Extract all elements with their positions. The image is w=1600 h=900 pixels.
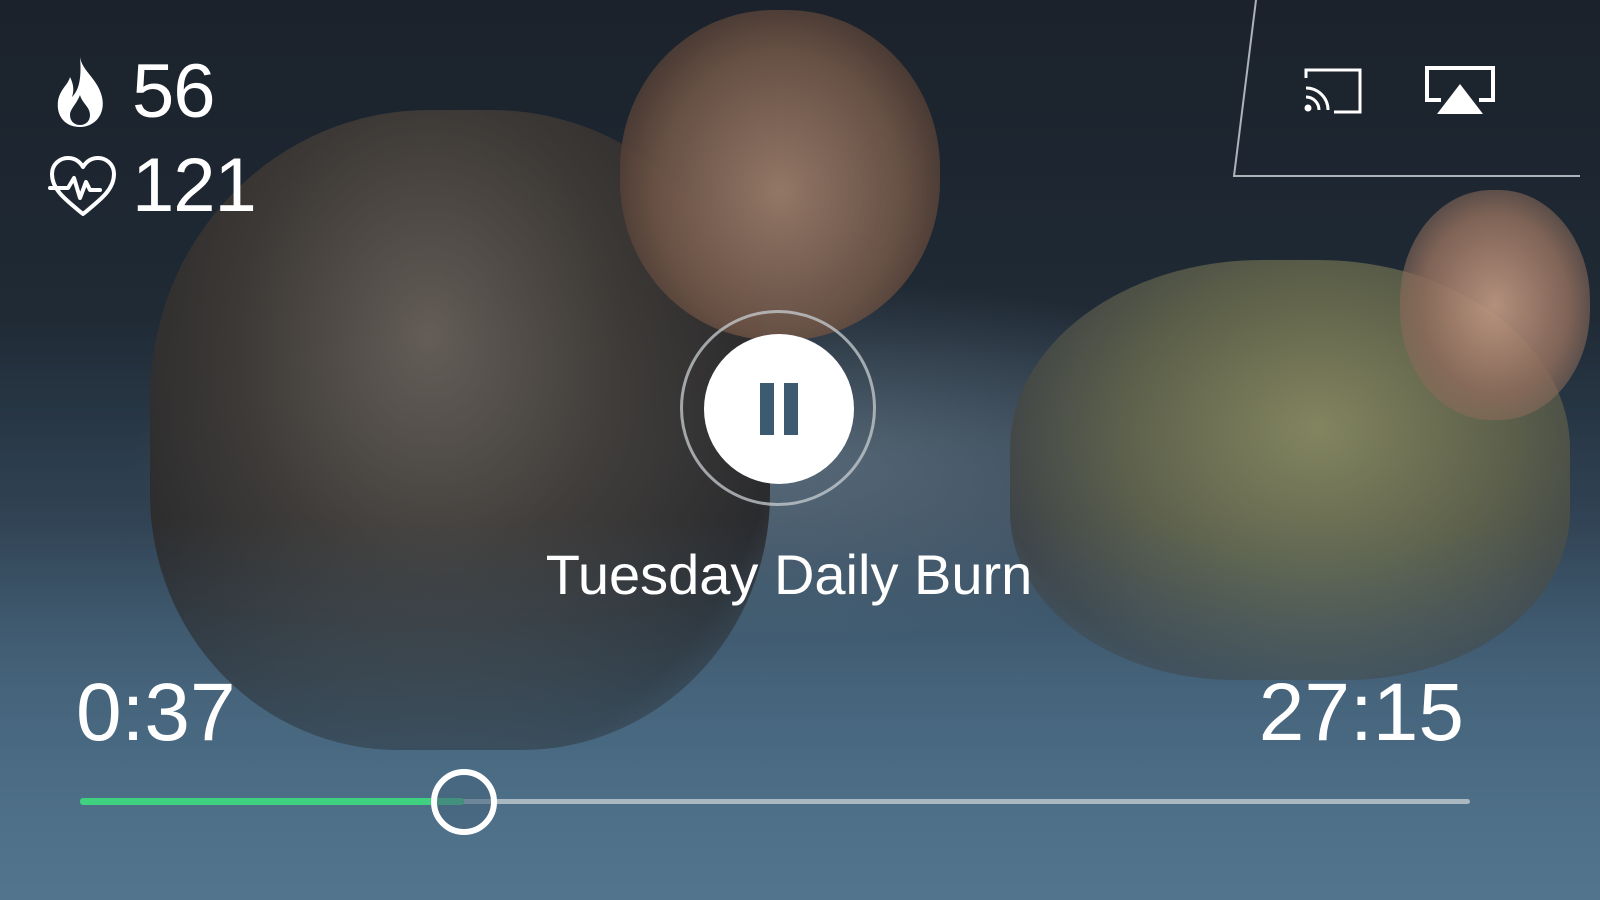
airplay-icon: [1423, 64, 1497, 123]
heart-rate-value: 121: [132, 143, 257, 228]
pause-icon: [755, 383, 803, 435]
total-time: 27:15: [1258, 667, 1464, 758]
cast-panel: [1232, 0, 1580, 177]
heart-rate-icon: [48, 146, 120, 226]
pause-button[interactable]: [704, 334, 854, 484]
chromecast-button[interactable]: [1294, 64, 1370, 122]
calories-stat: 56: [52, 49, 216, 134]
heart-rate-stat: 121: [48, 143, 257, 228]
progress-fill: [80, 798, 464, 805]
video-player-screen: 56 121 Tuesday Daily Burn 0:37 27:15: [0, 0, 1600, 900]
elapsed-time: 0:37: [76, 667, 236, 758]
background-photo-woman-head: [1400, 190, 1590, 420]
flame-icon: [52, 52, 124, 132]
background-photo-man-head: [620, 10, 940, 340]
progress-thumb[interactable]: [430, 769, 497, 835]
calories-value: 56: [132, 49, 216, 134]
progress-track[interactable]: [80, 769, 1470, 835]
chromecast-icon: [1300, 66, 1364, 121]
airplay-button[interactable]: [1422, 64, 1498, 122]
workout-title: Tuesday Daily Burn: [545, 543, 1033, 606]
